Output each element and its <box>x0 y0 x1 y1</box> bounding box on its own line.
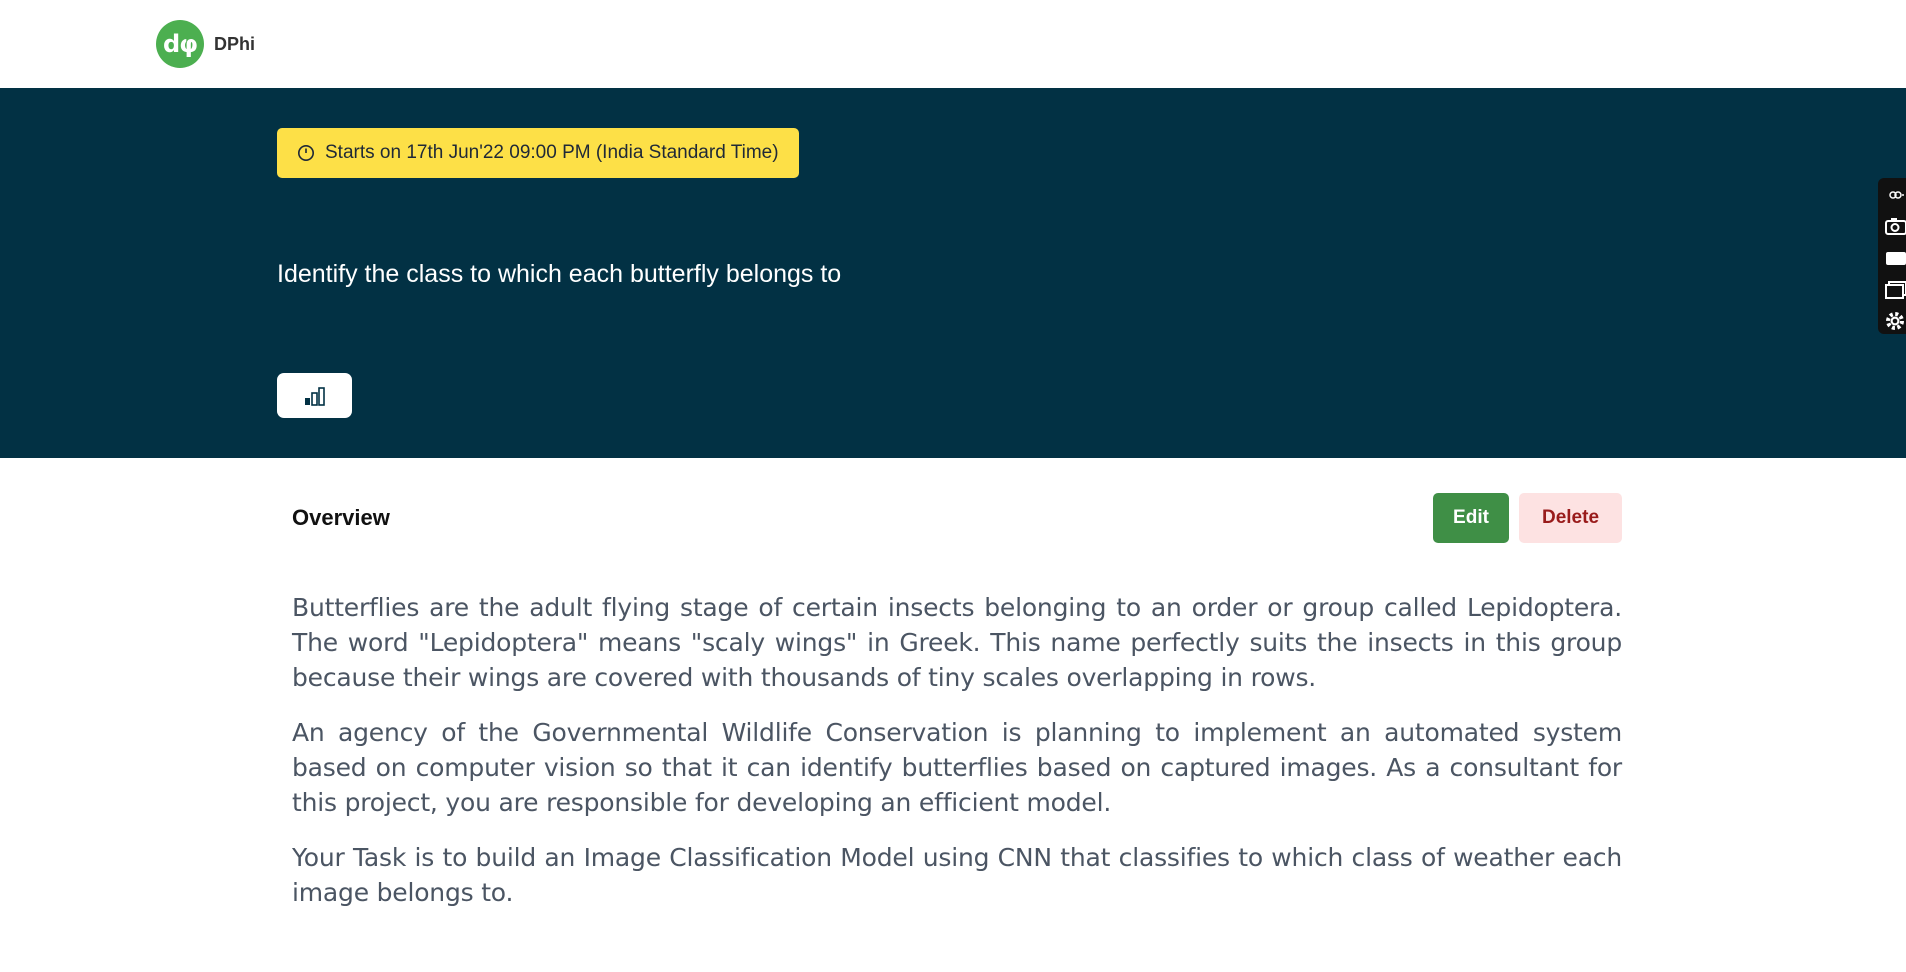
challenge-title: Identify the class to which each butterf… <box>277 260 842 288</box>
leaderboard-button[interactable] <box>277 373 352 418</box>
window-icon[interactable] <box>1884 277 1906 303</box>
challenge-hero: Starts on 17th Jun'22 09:00 PM (India St… <box>0 88 1906 458</box>
top-navbar: dφ DPhi <box>0 0 1906 88</box>
start-date-text: Starts on 17th Jun'22 09:00 PM (India St… <box>325 142 779 163</box>
start-date-badge: Starts on 17th Jun'22 09:00 PM (India St… <box>277 128 799 178</box>
overview-description: Butterflies are the adult flying stage o… <box>292 590 1622 930</box>
gear-icon[interactable] <box>1884 308 1906 334</box>
description-paragraph: An agency of the Governmental Wildlife C… <box>292 718 1622 817</box>
brand-name: DPhi <box>214 33 256 54</box>
overview-actions: Edit Delete <box>1433 493 1622 543</box>
camera-icon[interactable] <box>1884 214 1906 240</box>
clock-icon <box>297 144 315 162</box>
video-icon[interactable] <box>1884 245 1906 271</box>
link-icon[interactable] <box>1884 182 1906 208</box>
bar-chart-icon <box>304 386 325 406</box>
delete-button[interactable]: Delete <box>1519 493 1622 543</box>
description-paragraph: Your Task is to build an Image Classific… <box>292 843 1622 907</box>
overview-title: Overview <box>292 505 390 530</box>
logo-mark: dφ <box>156 20 204 68</box>
brand-logo[interactable]: dφ DPhi <box>156 20 255 68</box>
screen-capture-toolbar <box>1878 178 1906 334</box>
description-paragraph: Butterflies are the adult flying stage o… <box>292 593 1622 692</box>
edit-button[interactable]: Edit <box>1433 493 1509 543</box>
